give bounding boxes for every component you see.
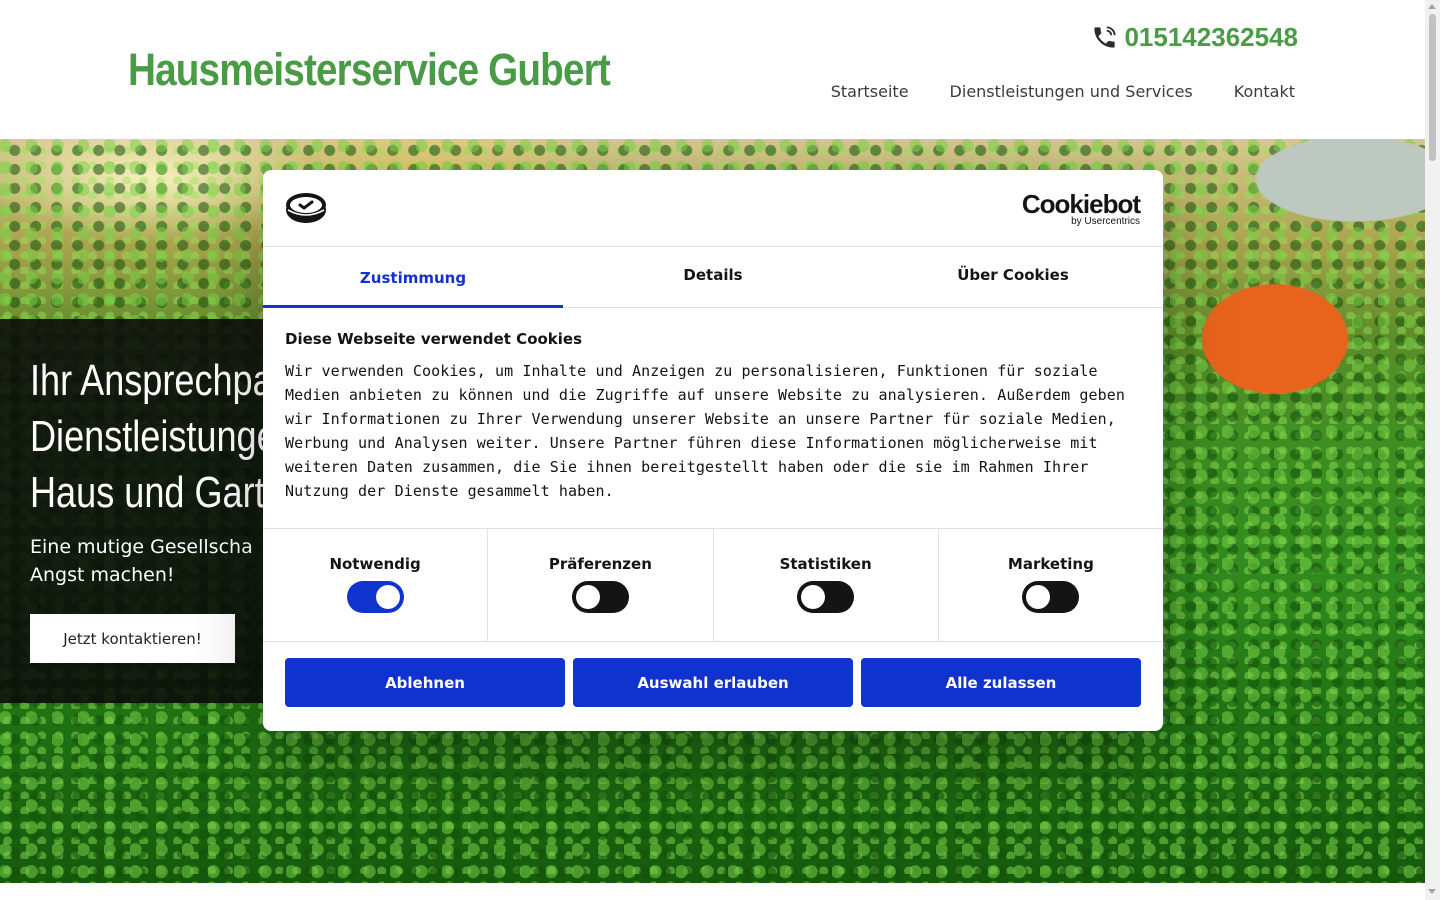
switch-knob bbox=[375, 585, 400, 609]
toggle-statistiken: Statistiken bbox=[714, 529, 939, 641]
switch-knob bbox=[575, 585, 600, 609]
scroll-thumb[interactable] bbox=[1429, 14, 1436, 161]
page-scrollbar[interactable] bbox=[1425, 0, 1440, 900]
cookiebot-brand[interactable]: Cookiebot by Usercentrics bbox=[1021, 189, 1141, 227]
toggle-marketing: Marketing bbox=[939, 529, 1163, 641]
switch-knob bbox=[1026, 585, 1051, 609]
nav-dienstleistungen[interactable]: Dienstleistungen und Services bbox=[950, 82, 1193, 101]
scroll-up-arrow-icon[interactable] bbox=[1428, 4, 1436, 9]
toggle-label: Marketing bbox=[1007, 555, 1094, 573]
tab-details[interactable]: Details bbox=[563, 247, 863, 307]
toggle-label: Präferenzen bbox=[548, 555, 652, 573]
toggle-notwendig: Notwendig bbox=[263, 529, 489, 641]
dialog-actions: Ablehnen Auswahl erlauben Alle zulassen bbox=[285, 658, 1141, 707]
tab-zustimmung[interactable]: Zustimmung bbox=[263, 247, 563, 308]
marketing-switch[interactable] bbox=[1022, 581, 1080, 613]
hero-trimmer-image bbox=[1155, 139, 1425, 459]
dialog-heading: Diese Webseite verwendet Cookies bbox=[285, 330, 583, 348]
dialog-header: Cookiebot by Usercentrics bbox=[263, 170, 1163, 247]
consent-toggles: Notwendig Präferenzen Statistiken Market… bbox=[263, 528, 1163, 642]
dialog-tabs: Zustimmung Details Über Cookies bbox=[263, 247, 1163, 308]
toggle-label: Notwendig bbox=[329, 555, 421, 573]
phone-contact[interactable]: 015142362548 bbox=[1091, 22, 1298, 53]
allow-all-button[interactable]: Alle zulassen bbox=[861, 658, 1141, 707]
dialog-text: Wir verwenden Cookies, um Inhalte und An… bbox=[285, 362, 1126, 500]
allow-selection-button[interactable]: Auswahl erlauben bbox=[573, 658, 853, 707]
scroll-down-arrow-icon[interactable] bbox=[1428, 889, 1436, 894]
nav-kontakt[interactable]: Kontakt bbox=[1234, 82, 1295, 101]
praeferenzen-switch[interactable] bbox=[571, 581, 629, 613]
main-nav: Startseite Dienstleistungen und Services… bbox=[831, 82, 1295, 101]
dialog-body: Diese Webseite verwendet Cookies Wir ver… bbox=[285, 330, 1145, 503]
notwendig-switch[interactable] bbox=[346, 581, 404, 613]
phone-icon bbox=[1094, 26, 1116, 48]
nav-startseite[interactable]: Startseite bbox=[831, 82, 909, 101]
toggle-praeferenzen: Präferenzen bbox=[488, 529, 714, 641]
decline-button[interactable]: Ablehnen bbox=[285, 658, 565, 707]
phone-number[interactable]: 015142362548 bbox=[1124, 22, 1298, 53]
site-title[interactable]: Hausmeisterservice Gubert bbox=[128, 44, 611, 96]
cookiebot-logo-icon bbox=[286, 193, 326, 223]
cookie-consent-dialog: Cookiebot by Usercentrics Zustimmung Det… bbox=[263, 170, 1163, 731]
switch-knob bbox=[801, 585, 826, 609]
page: Hausmeisterservice Gubert 015142362548 S… bbox=[0, 0, 1440, 900]
brand-name: Cookiebot bbox=[1021, 189, 1141, 219]
tab-ueber-cookies[interactable]: Über Cookies bbox=[863, 247, 1163, 307]
site-header: Hausmeisterservice Gubert 015142362548 S… bbox=[0, 0, 1425, 139]
toggle-label: Statistiken bbox=[779, 555, 872, 573]
contact-cta-button[interactable]: Jetzt kontaktieren! bbox=[30, 614, 235, 663]
statistiken-switch[interactable] bbox=[797, 581, 855, 613]
